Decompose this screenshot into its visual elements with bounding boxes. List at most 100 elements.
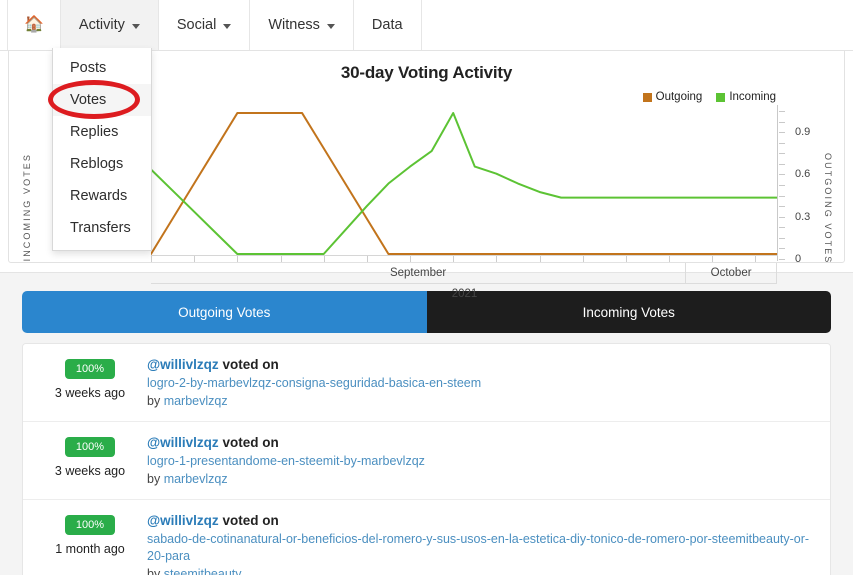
- chevron-down-icon: [131, 23, 140, 29]
- chevron-down-icon: [223, 23, 232, 29]
- post-author-link[interactable]: marbevlzqz: [164, 394, 228, 408]
- nav-item-activity[interactable]: Activity: [59, 0, 159, 50]
- vote-headline: @willivlzqz voted on: [147, 435, 816, 450]
- dropdown-item-rewards[interactable]: Rewards: [53, 180, 151, 212]
- y-tick-label: 0.9: [795, 126, 811, 139]
- byline-prefix: by: [147, 472, 164, 486]
- post-author-link[interactable]: steemitbeauty: [164, 567, 242, 575]
- x-tick: [539, 256, 541, 262]
- chart-line-incoming: [151, 112, 777, 255]
- vote-timestamp: 1 month ago: [55, 542, 125, 556]
- x-tick: [625, 256, 627, 262]
- x-tick: [582, 256, 584, 262]
- chart-line-outgoing: [151, 112, 777, 255]
- y-minor-tick: [779, 259, 785, 260]
- x-tick: [237, 256, 239, 262]
- nav-item-data[interactable]: Data: [352, 0, 422, 50]
- y-minor-tick: [779, 185, 785, 186]
- post-byline: by steemitbeauty: [147, 567, 816, 575]
- vote-action-text: voted on: [218, 513, 279, 528]
- home-icon: 🏠: [24, 16, 44, 33]
- voter-link[interactable]: @willivlzqz: [147, 357, 219, 372]
- x-tick: [194, 256, 196, 262]
- x-axis-band-september: September: [151, 263, 687, 284]
- legend-label-outgoing: Outgoing: [655, 91, 703, 103]
- dropdown-item-posts[interactable]: Posts: [53, 52, 151, 84]
- y-minor-tick: [779, 195, 785, 197]
- x-tick: [712, 256, 714, 262]
- post-permlink-link[interactable]: logro-2-by-marbevlzqz-consigna-seguridad…: [147, 375, 816, 392]
- vote-row: 100% 3 weeks ago @willivlzqz voted on logro…: [23, 422, 830, 500]
- dropdown-item-reblogs[interactable]: Reblogs: [53, 148, 151, 180]
- voter-link[interactable]: @willivlzqz: [147, 435, 219, 450]
- byline-prefix: by: [147, 567, 164, 575]
- x-axis-tickmarks: [151, 256, 778, 263]
- voter-link[interactable]: @willivlzqz: [147, 513, 219, 528]
- dropdown-item-transfers[interactable]: Transfers: [53, 212, 151, 244]
- nav-item-social[interactable]: Social: [157, 0, 251, 50]
- chart-plot-area: [151, 104, 777, 256]
- dropdown-item-votes[interactable]: Votes: [53, 84, 151, 116]
- top-navbar: 🏠 Activity Social Witness Data: [0, 0, 853, 51]
- y-minor-tick: [779, 237, 785, 239]
- y-minor-tick: [779, 248, 785, 250]
- legend-entry-incoming[interactable]: Incoming: [716, 91, 776, 103]
- x-tick: [366, 256, 368, 262]
- vote-headline: @willivlzqz voted on: [147, 513, 816, 528]
- vote-body: @willivlzqz voted on logro-2-by-marbevlzq…: [143, 357, 816, 408]
- x-axis-year-label: 2021: [451, 288, 478, 300]
- y-minor-tick: [779, 121, 785, 123]
- chart-svg: [151, 112, 777, 255]
- y-minor-tick: [779, 132, 785, 134]
- x-tick: [280, 256, 282, 262]
- nav-item-social-label: Social: [176, 17, 217, 33]
- nav-item-home[interactable]: 🏠: [7, 0, 61, 50]
- y-axis-ticks: 0 0.3 0.6 0.9: [779, 109, 821, 265]
- votes-panel: Outgoing Votes Incoming Votes 100% 3 week…: [0, 272, 853, 575]
- legend-label-incoming: Incoming: [729, 91, 776, 103]
- votes-list: 100% 3 weeks ago @willivlzqz voted on logro…: [22, 343, 831, 575]
- app-page: 🏠 Activity Social Witness Data 30-day Vo…: [0, 0, 853, 575]
- y-axis-label-right: OUTGOING VOTES: [823, 153, 833, 265]
- byline-prefix: by: [147, 394, 164, 408]
- y-tick-label: 0: [795, 253, 802, 265]
- nav-item-activity-label: Activity: [78, 17, 125, 33]
- y-minor-tick: [779, 153, 785, 155]
- vote-row: 100% 3 weeks ago @willivlzqz voted on logro…: [23, 344, 830, 422]
- y-axis-line: [777, 105, 778, 261]
- vote-percent-badge: 100%: [64, 437, 116, 457]
- y-minor-tick: [779, 216, 785, 218]
- x-tick: [755, 256, 757, 262]
- post-author-link[interactable]: marbevlzqz: [164, 472, 228, 486]
- activity-dropdown-menu: Posts Votes Replies Reblogs Rewards Tran…: [52, 48, 152, 251]
- y-minor-tick: [779, 142, 785, 144]
- y-minor-tick: [779, 111, 785, 112]
- x-tick: [410, 256, 411, 262]
- nav-item-witness-label: Witness: [268, 17, 320, 33]
- post-byline: by marbevlzqz: [147, 394, 816, 408]
- y-minor-tick: [779, 174, 785, 176]
- legend-entry-outgoing[interactable]: Outgoing: [642, 91, 703, 103]
- x-axis: September October 2021: [151, 255, 778, 303]
- vote-percent-badge: 100%: [64, 515, 116, 535]
- y-minor-tick: [779, 206, 785, 208]
- x-tick: [669, 256, 671, 262]
- post-permlink-link[interactable]: logro-1-presentandome-en-steemit-by-marb…: [147, 453, 816, 470]
- post-permlink-link[interactable]: sabado-de-cotinanatural-or-beneficios-de…: [147, 531, 816, 565]
- vote-meta: 100% 3 weeks ago: [37, 357, 143, 408]
- post-byline: by marbevlzqz: [147, 472, 816, 486]
- vote-headline: @willivlzqz voted on: [147, 357, 816, 372]
- x-tick: [453, 256, 455, 262]
- vote-body: @willivlzqz voted on sabado-de-cotinanatu…: [143, 513, 816, 575]
- legend-swatch-incoming: [716, 92, 726, 102]
- x-axis-band-october: October: [686, 263, 777, 284]
- dropdown-item-replies[interactable]: Replies: [53, 116, 151, 148]
- nav-item-data-label: Data: [371, 17, 403, 33]
- vote-row: 100% 1 month ago @willivlzqz voted on sabad…: [23, 500, 830, 575]
- vote-meta: 100% 1 month ago: [37, 513, 143, 575]
- x-tick: [496, 256, 498, 262]
- x-tick: [151, 256, 152, 262]
- y-minor-tick: [779, 163, 785, 165]
- nav-item-witness[interactable]: Witness: [249, 0, 354, 50]
- y-tick-label: 0.6: [795, 168, 811, 181]
